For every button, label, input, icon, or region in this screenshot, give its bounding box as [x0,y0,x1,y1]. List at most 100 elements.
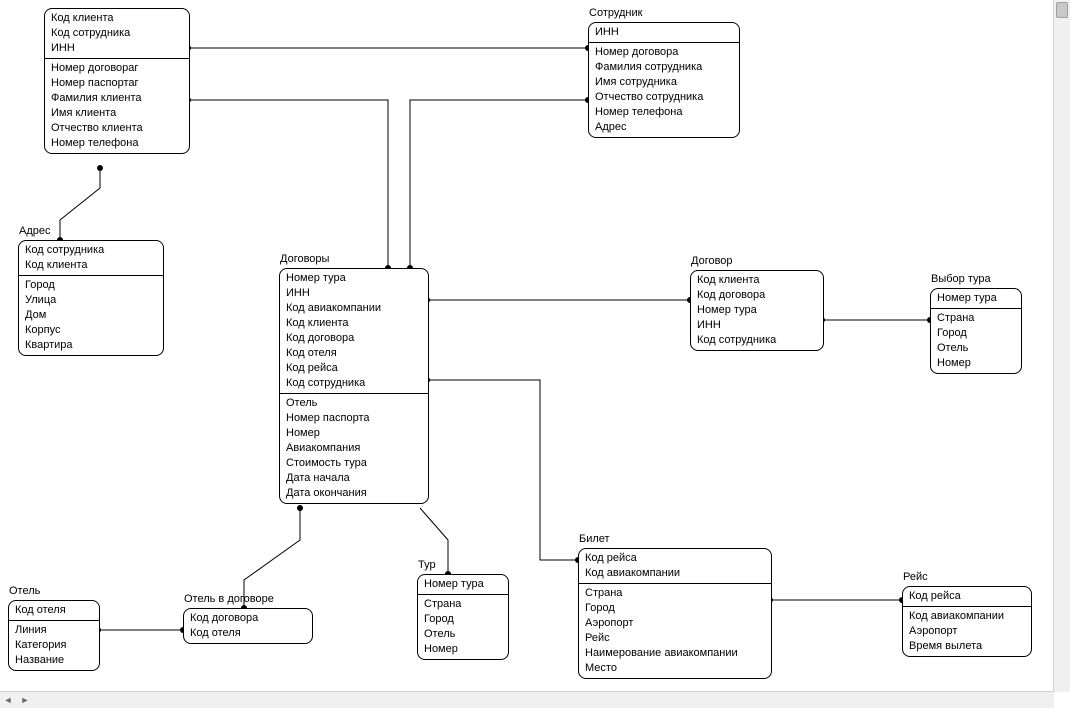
connector-employee-contracts [410,100,588,268]
entity-address[interactable]: АдресКод сотрудникаКод клиентаГородУлица… [18,240,164,356]
attr-field: Имя клиента [51,106,183,121]
key-field: Код сотрудника [51,26,183,41]
key-field: Код авиакомпании [585,566,765,581]
connector-client-contracts [188,100,388,268]
entity-title: Адрес [19,225,51,237]
key-field: Код сотрудника [286,376,422,391]
entity-tourchoice[interactable]: Выбор тураНомер тураСтранаГородОтельНоме… [930,288,1022,374]
attr-field: Город [937,326,1015,341]
attr-field: Номер телефона [595,105,733,120]
attr-field: Номер паспорта [286,411,422,426]
attr-field: Номер договора [595,45,733,60]
entity-title: Тур [418,559,436,571]
key-field: ИНН [697,318,817,333]
key-field: Номер тура [937,291,1015,306]
attr-field: Аэропорт [909,624,1025,639]
attr-field: Город [585,601,765,616]
attr-field: Наимерование авиакомпании [585,646,765,661]
attr-field: Номер паспортаг [51,76,183,91]
attr-field: Страна [424,597,502,612]
entity-title: Отель в договоре [184,593,274,605]
key-field: Код договора [697,288,817,303]
connector-endpoint [297,505,303,511]
entity-title: Договоры [280,253,329,265]
attr-field: Адрес [595,120,733,135]
key-field: Код клиента [286,316,422,331]
attr-field: Имя сотрудника [595,75,733,90]
connector-contracts-ticket [427,380,578,560]
entity-title: Договор [691,255,733,267]
key-field: ИНН [286,286,422,301]
attr-field: Рейс [585,631,765,646]
key-field: Номер тура [697,303,817,318]
attr-field: Номер телефона [51,136,183,151]
attr-field: Название [15,653,93,668]
attr-field: Дата окончания [286,486,422,501]
entity-client[interactable]: Код клиентаКод сотрудникаИНННомер догово… [44,8,190,154]
key-field: Код рейса [585,551,765,566]
attr-field: Номер [286,426,422,441]
entity-title: Рейс [903,571,928,583]
key-field: Код рейса [909,589,1025,604]
attr-field: Город [25,278,157,293]
entity-contracts[interactable]: ДоговорыНомер тураИННКод авиакомпанииКод… [279,268,429,504]
attr-field: Страна [937,311,1015,326]
scroll-right-arrow[interactable]: ► [18,693,32,707]
key-field: Код договора [190,611,306,626]
attr-field: Аэропорт [585,616,765,631]
key-field: Код авиакомпании [286,301,422,316]
key-field: Код отеля [15,603,93,618]
attr-field: Отчество сотрудника [595,90,733,105]
scroll-left-arrow[interactable]: ◄ [1,693,15,707]
scroll-thumb[interactable] [1056,2,1068,18]
attr-field: Город [424,612,502,627]
attr-field: Фамилия клиента [51,91,183,106]
entity-hotel[interactable]: ОтельКод отеляЛинияКатегорияНазвание [8,600,100,671]
attr-field: Отель [286,396,422,411]
attr-field: Отель [937,341,1015,356]
key-field: ИНН [51,41,183,56]
attr-field: Место [585,661,765,676]
key-field: Код клиента [51,11,183,26]
attr-field: Линия [15,623,93,638]
key-field: Код отеля [286,346,422,361]
key-field: Код отеля [190,626,306,641]
attr-field: Корпус [25,323,157,338]
entity-title: Билет [579,533,610,545]
key-field: Код клиента [697,273,817,288]
attr-field: Улица [25,293,157,308]
entity-tour[interactable]: ТурНомер тураСтранаГородОтельНомер [417,574,509,660]
key-field: Номер тура [286,271,422,286]
attr-field: Авиакомпания [286,441,422,456]
horizontal-scrollbar[interactable]: ◄ ► [0,691,1054,708]
key-field: Код клиента [25,258,157,273]
connector-endpoint [97,165,103,171]
key-field: Код сотрудника [697,333,817,348]
attr-field: Отчество клиента [51,121,183,136]
attr-field: Стоимость тура [286,456,422,471]
key-field: Код сотрудника [25,243,157,258]
entity-flight[interactable]: РейсКод рейсаКод авиакомпанииАэропортВре… [902,586,1032,657]
attr-field: Номер [937,356,1015,371]
attr-field: Страна [585,586,765,601]
key-field: Код договора [286,331,422,346]
entity-contract[interactable]: ДоговорКод клиентаКод договораНомер тура… [690,270,824,351]
attr-field: Номер [424,642,502,657]
attr-field: Дом [25,308,157,323]
entity-title: Отель [9,585,40,597]
attr-field: Категория [15,638,93,653]
key-field: Номер тура [424,577,502,592]
entity-title: Сотрудник [589,7,642,19]
entity-hotelcontract[interactable]: Отель в договореКод договораКод отеля [183,608,313,644]
key-field: Код рейса [286,361,422,376]
attr-field: Код авиакомпании [909,609,1025,624]
attr-field: Фамилия сотрудника [595,60,733,75]
entity-employee[interactable]: СотрудникИНННомер договораФамилия сотруд… [588,22,740,138]
vertical-scrollbar[interactable] [1053,0,1070,692]
connector-client-address [60,168,100,240]
key-field: ИНН [595,25,733,40]
erd-canvas[interactable]: Код клиентаКод сотрудникаИНННомер догово… [0,0,1054,690]
attr-field: Квартира [25,338,157,353]
entity-ticket[interactable]: БилетКод рейсаКод авиакомпанииСтранаГоро… [578,548,772,679]
attr-field: Отель [424,627,502,642]
